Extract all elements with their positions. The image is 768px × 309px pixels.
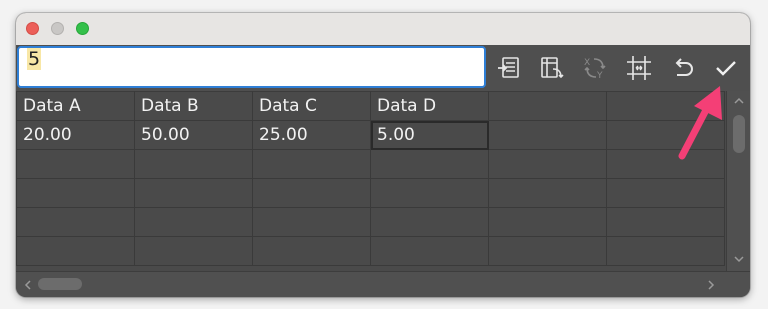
grid-cell[interactable] (488, 207, 607, 237)
table-row (16, 149, 725, 179)
grid-cell[interactable] (370, 149, 489, 179)
import-data-icon[interactable] (497, 55, 523, 81)
table-row: 20.00 50.00 25.00 5.00 (16, 120, 725, 150)
data-toolbar: 5 X Y (16, 45, 750, 91)
grid-cell[interactable] (606, 178, 725, 208)
grid-cell[interactable] (134, 178, 253, 208)
table-row (16, 178, 725, 208)
grid-cell[interactable] (370, 236, 489, 266)
grid-cell[interactable] (16, 236, 135, 266)
title-bar (16, 13, 750, 45)
grid-cell[interactable] (16, 178, 135, 208)
grid-cell[interactable] (370, 207, 489, 237)
graph-data-window: 5 X Y Data A Data B Data C Data D 20.00 … (16, 13, 750, 297)
grid-cell[interactable]: Data B (134, 91, 253, 121)
scroll-left-arrow-icon[interactable] (21, 278, 35, 292)
grid-cell[interactable] (606, 149, 725, 179)
grid-cell[interactable]: Data D (370, 91, 489, 121)
grid-cell[interactable] (252, 207, 371, 237)
maximize-window-button[interactable] (76, 22, 89, 35)
swap-xy-icon[interactable]: X Y (582, 55, 608, 81)
scroll-right-arrow-icon[interactable] (704, 278, 718, 292)
grid-cell[interactable] (488, 149, 607, 179)
grid-cell[interactable] (16, 149, 135, 179)
grid-cell[interactable] (252, 149, 371, 179)
transpose-icon[interactable] (539, 55, 565, 81)
grid-cell[interactable] (252, 236, 371, 266)
horizontal-scroll-thumb[interactable] (38, 278, 82, 290)
grid-cell[interactable] (134, 149, 253, 179)
scroll-up-arrow-icon[interactable] (732, 94, 746, 108)
cell-value-text: 5 (27, 48, 42, 70)
grid-cell[interactable] (134, 236, 253, 266)
minimize-window-button[interactable] (51, 22, 64, 35)
grid-cell[interactable] (252, 178, 371, 208)
selected-grid-cell[interactable]: 5.00 (370, 120, 489, 150)
grid-cell[interactable]: 50.00 (134, 120, 253, 150)
revert-icon[interactable] (670, 55, 696, 81)
grid-cell[interactable] (606, 207, 725, 237)
grid-cell[interactable] (488, 236, 607, 266)
svg-text:X: X (584, 58, 590, 68)
table-row: Data A Data B Data C Data D (16, 91, 725, 121)
grid-cell[interactable]: Data A (16, 91, 135, 121)
grid-cell[interactable] (370, 178, 489, 208)
grid-cell[interactable]: Data C (252, 91, 371, 121)
apply-checkmark-icon[interactable] (713, 55, 739, 81)
grid-cell[interactable] (606, 91, 725, 121)
cell-value-input[interactable]: 5 (17, 46, 486, 88)
grid-cell[interactable]: 20.00 (16, 120, 135, 150)
grid-cell[interactable] (606, 236, 725, 266)
svg-text:Y: Y (596, 71, 603, 81)
grid-cell[interactable] (134, 207, 253, 237)
data-grid: Data A Data B Data C Data D 20.00 50.00 … (16, 91, 726, 271)
grid-cell[interactable]: 25.00 (252, 120, 371, 150)
vertical-scrollbar[interactable] (726, 91, 750, 271)
close-window-button[interactable] (26, 22, 39, 35)
grid-cell[interactable] (16, 207, 135, 237)
grid-cell[interactable] (606, 120, 725, 150)
data-table: Data A Data B Data C Data D 20.00 50.00 … (16, 91, 725, 266)
table-row (16, 236, 725, 266)
horizontal-scrollbar[interactable] (16, 271, 750, 297)
vertical-scroll-thumb[interactable] (733, 115, 745, 153)
grid-cell[interactable] (488, 120, 607, 150)
grid-cell[interactable] (488, 91, 607, 121)
cell-style-icon[interactable] (626, 55, 652, 81)
grid-cell[interactable] (488, 178, 607, 208)
table-row (16, 207, 725, 237)
scroll-down-arrow-icon[interactable] (732, 252, 746, 266)
